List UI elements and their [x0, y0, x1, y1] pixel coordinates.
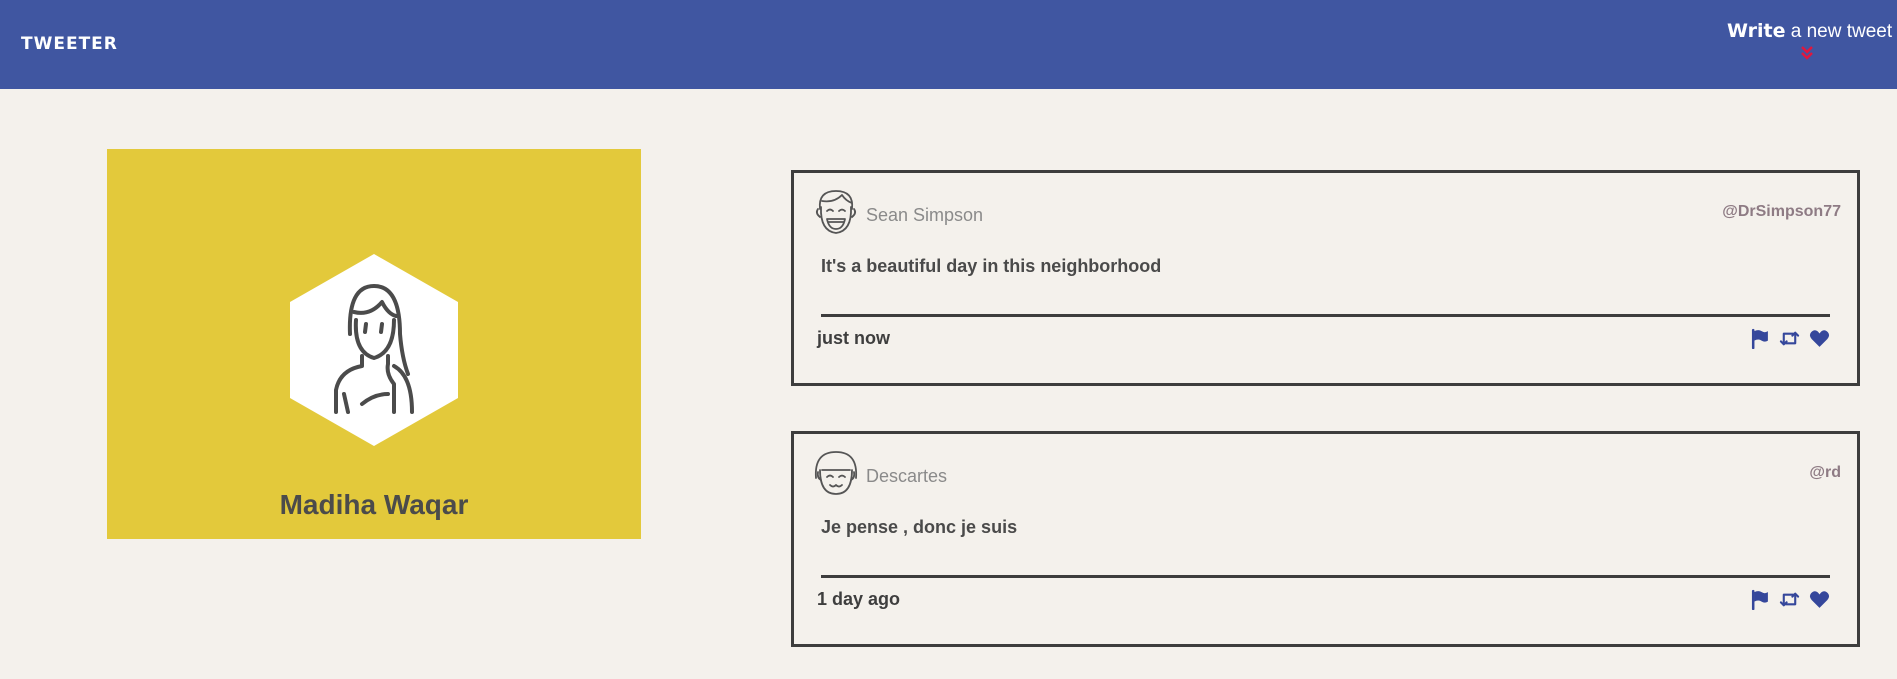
- tweet-content: It's a beautiful day in this neighborhoo…: [821, 256, 1162, 276]
- compose-label-rest: a new tweet: [1785, 21, 1893, 42]
- retweet-icon[interactable]: [1779, 328, 1800, 349]
- woman-avatar-icon: [290, 254, 458, 446]
- top-nav: TWEETER Write a new tweet: [0, 0, 1897, 89]
- flag-icon[interactable]: [1749, 589, 1770, 610]
- tweet-card: Sean Simpson @DrSimpson77 It's a beautif…: [791, 170, 1860, 386]
- profile-name: Madiha Waqar: [279, 489, 469, 520]
- smiling-person-avatar-icon: [814, 451, 858, 495]
- tweet-actions: [1749, 328, 1830, 349]
- tweet-author-handle: @DrSimpson77: [1722, 203, 1841, 220]
- tweet-header: Descartes @rd: [812, 448, 1841, 500]
- compose-label: Write a new tweet: [1727, 20, 1892, 43]
- tweet-author-name: Descartes: [866, 466, 948, 486]
- tweet-divider: [821, 314, 1830, 317]
- tweet-timestamp: 1 day ago: [817, 589, 901, 609]
- heart-icon[interactable]: [1809, 589, 1830, 610]
- compose-tweet-button[interactable]: Write a new tweet: [1727, 20, 1892, 61]
- double-chevron-down-icon: [1801, 46, 1813, 60]
- profile-card: Madiha Waqar: [107, 149, 641, 539]
- tweet-divider: [821, 575, 1830, 578]
- flag-icon[interactable]: [1749, 328, 1770, 349]
- laughing-man-avatar-icon: [815, 190, 857, 234]
- tweet-header: Sean Simpson @DrSimpson77: [812, 187, 1841, 239]
- tweet-author-handle: @rd: [1809, 464, 1841, 481]
- tweet-actions: [1749, 589, 1830, 610]
- heart-icon[interactable]: [1809, 328, 1830, 349]
- compose-label-bold: Write: [1727, 20, 1786, 42]
- tweet-author-name: Sean Simpson: [866, 205, 984, 225]
- brand-logo[interactable]: TWEETER: [21, 34, 118, 54]
- retweet-icon[interactable]: [1779, 589, 1800, 610]
- tweet-timestamp: just now: [817, 328, 890, 348]
- tweet-content: Je pense , donc je suis: [821, 517, 1018, 537]
- tweet-card: Descartes @rd Je pense , donc je suis 1 …: [791, 431, 1860, 647]
